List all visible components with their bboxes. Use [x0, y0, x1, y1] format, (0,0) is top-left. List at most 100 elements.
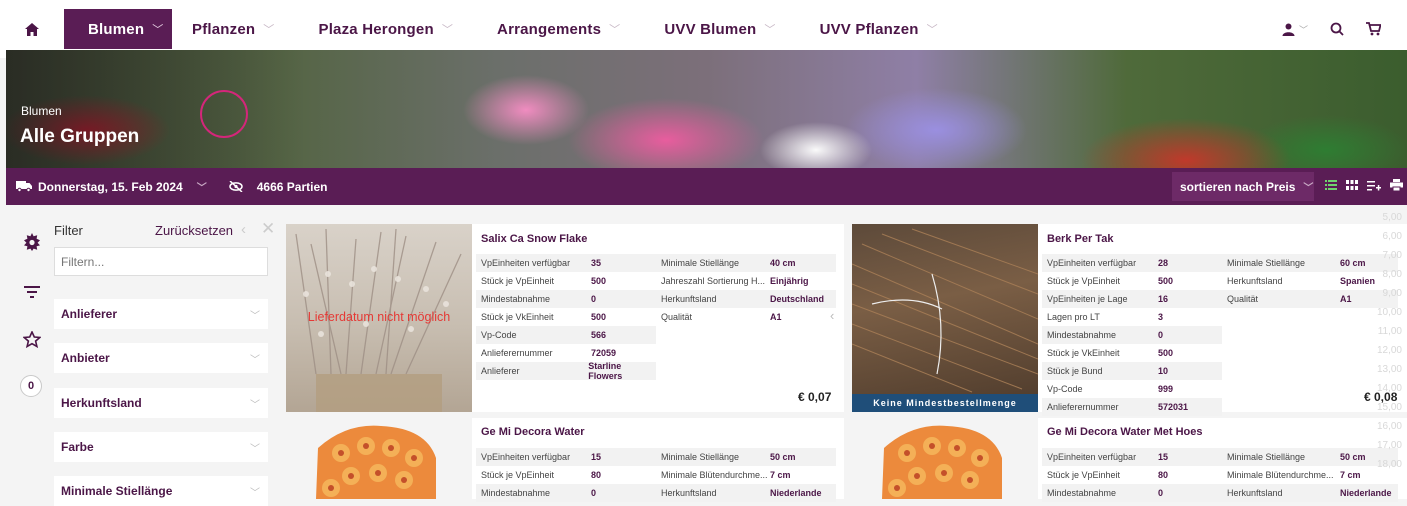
product-image[interactable]: Lieferdatum nicht möglich	[286, 224, 472, 412]
spec-row: Anlieferernummer 572031	[1042, 398, 1222, 416]
star-icon[interactable]	[23, 331, 41, 348]
delivery-warning: Lieferdatum nicht möglich	[307, 310, 451, 324]
favorites-count-badge[interactable]: 0	[20, 375, 42, 397]
nav-blumen[interactable]: Blumen ﹀	[64, 9, 172, 49]
product-name[interactable]: Ge Mi Decora Water	[481, 426, 585, 438]
nav-plaza-herongen[interactable]: Plaza Herongen ﹀	[296, 9, 475, 49]
delivery-date-selector[interactable]: Donnerstag, 15. Feb 2024 ﹀	[16, 179, 207, 194]
product-card[interactable]: Keine Mindestbestellmenge Berk Per Tak V…	[852, 224, 1407, 416]
spec-label: Lagen pro LT	[1047, 312, 1100, 322]
product-card[interactable]: Ge Mi Decora Water Met Hoes VpEinheiten …	[852, 418, 1407, 502]
filter-lines-icon[interactable]	[24, 285, 40, 299]
eye-off-icon	[228, 181, 243, 192]
chevron-left-icon[interactable]: ‹	[830, 308, 834, 323]
spec-label: VpEinheiten je Lage	[1047, 294, 1128, 304]
nav-uvv-blumen[interactable]: UVV Blumen ﹀	[642, 9, 797, 49]
spec-label: Minimale Stiellänge	[1227, 258, 1306, 268]
user-menu-button[interactable]: ﹀	[1282, 23, 1308, 36]
spec-value: 3	[1158, 312, 1164, 322]
spec-label: Stück je VpEinheit	[1047, 276, 1121, 286]
spec-label: Vp-Code	[1047, 384, 1083, 394]
time-tick: 7,00	[1382, 250, 1402, 261]
product-name[interactable]: Salix Ca Snow Flake	[481, 233, 587, 245]
spec-row: Mindestabnahme 0	[476, 290, 656, 308]
spec-row: Stück je VkEinheit 500	[476, 308, 656, 326]
sort-label: sortieren nach Preis	[1180, 179, 1296, 194]
spec-row: Vp-Code 566	[476, 326, 656, 344]
spec-value: 999	[1158, 384, 1174, 394]
grid-view-icon[interactable]	[1346, 179, 1358, 191]
time-tick: 8,00	[1382, 269, 1402, 280]
spec-value: 28	[1158, 258, 1169, 268]
chevron-down-icon: ﹀	[1303, 183, 1314, 194]
chevron-left-icon[interactable]: ‹	[241, 221, 246, 238]
spec-value: A1	[770, 312, 782, 322]
hero-highlight-circle	[200, 90, 248, 138]
spec-label: Herkunftsland	[1227, 488, 1283, 498]
spec-value: 10	[1158, 366, 1169, 376]
product-image[interactable]	[852, 418, 1038, 499]
time-tick: 9,00	[1382, 288, 1402, 299]
chevron-down-icon: ﹀	[250, 399, 260, 411]
spec-row: Herkunftsland Niederlande	[1222, 484, 1398, 502]
facet-anlieferer[interactable]: Anlieferer ﹀	[54, 299, 268, 329]
parties-toggle[interactable]: 4666 Partien	[228, 180, 327, 194]
spec-value: 500	[591, 312, 607, 322]
product-card[interactable]: Ge Mi Decora Water VpEinheiten verfügbar…	[286, 418, 844, 502]
filter-search-input[interactable]	[54, 247, 268, 276]
spec-value: Niederlande	[1340, 488, 1392, 498]
facet-minimale-stiellaenge[interactable]: Minimale Stiellänge ﹀	[54, 476, 268, 506]
spec-label: Herkunftsland	[661, 488, 717, 498]
product-name[interactable]: Ge Mi Decora Water Met Hoes	[1047, 426, 1202, 438]
search-icon[interactable]	[1330, 22, 1344, 36]
spec-label: Minimale Stiellänge	[661, 452, 740, 462]
product-name[interactable]: Berk Per Tak	[1047, 233, 1113, 245]
product-price: € 0,07	[798, 390, 832, 404]
facet-label: Herkunftsland	[61, 396, 142, 410]
nav-uvv-pflanzen[interactable]: UVV Pflanzen ﹀	[798, 9, 960, 49]
spec-label: Qualität	[1227, 294, 1259, 304]
spec-label: Jahreszahl Sortierung H...	[661, 276, 766, 286]
filter-title: Filter	[54, 223, 83, 238]
spec-row: Stück je Bund 10	[1042, 362, 1222, 380]
spec-value: Deutschland	[770, 294, 825, 304]
add-list-icon[interactable]	[1367, 179, 1381, 191]
nav-arrangements[interactable]: Arrangements ﹀	[475, 9, 642, 49]
facet-label: Anlieferer	[61, 307, 118, 321]
nav-label: UVV Blumen	[664, 20, 757, 38]
cart-icon[interactable]	[1366, 22, 1381, 36]
sort-select[interactable]: sortieren nach Preis ﹀	[1172, 172, 1314, 201]
time-tick: 14,00	[1376, 383, 1402, 394]
print-icon[interactable]	[1390, 179, 1403, 191]
chevron-down-icon: ﹀	[250, 310, 260, 322]
nav-label: Blumen	[88, 20, 145, 38]
spec-label: Anlieferernummer	[481, 348, 553, 358]
close-icon[interactable]: ✕	[261, 219, 275, 239]
breadcrumb[interactable]: Blumen	[21, 104, 62, 118]
nav-label: Arrangements	[497, 20, 602, 38]
spec-value: A1	[1340, 294, 1352, 304]
time-tick: 5,00	[1382, 212, 1402, 223]
product-image[interactable]	[286, 418, 472, 499]
spec-value: Starline Flowers	[588, 361, 623, 381]
product-card[interactable]: Lieferdatum nicht möglich Salix Ca Snow …	[286, 224, 844, 412]
facet-herkunftsland[interactable]: Herkunftsland ﹀	[54, 388, 268, 418]
spec-label: Stück je VpEinheit	[481, 276, 555, 286]
time-tick: 18,00	[1376, 459, 1402, 470]
page-title: Alle Gruppen	[20, 126, 140, 147]
spec-label: Minimale Blütendurchme...	[661, 470, 768, 480]
spec-row: Stück je VpEinheit 500	[476, 272, 656, 290]
nav-pflanzen[interactable]: Pflanzen ﹀	[172, 9, 296, 49]
product-image[interactable]: Keine Mindestbestellmenge	[852, 224, 1038, 412]
time-tick: 12,00	[1376, 345, 1402, 356]
list-view-icon[interactable]	[1325, 179, 1337, 191]
spec-value: 0	[1158, 488, 1164, 498]
facet-anbieter[interactable]: Anbieter ﹀	[54, 343, 268, 373]
spec-label: Stück je VpEinheit	[481, 470, 555, 480]
reset-filters-link[interactable]: Zurücksetzen	[155, 223, 233, 238]
spec-value: Niederlande	[770, 488, 822, 498]
time-tick: 10,00	[1376, 307, 1402, 318]
facet-label: Farbe	[61, 440, 94, 454]
settings-gear-icon[interactable]	[23, 233, 41, 251]
facet-farbe[interactable]: Farbe ﹀	[54, 432, 268, 462]
